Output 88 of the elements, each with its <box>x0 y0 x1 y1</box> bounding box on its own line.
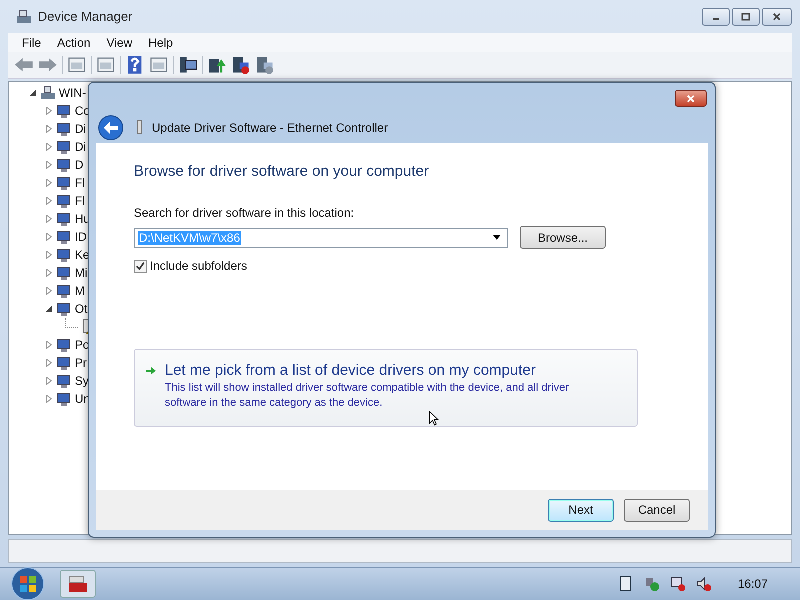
tree-item[interactable]: Ot <box>75 302 88 316</box>
tree-item[interactable]: ID <box>75 230 87 244</box>
collapsed-arrow-icon[interactable] <box>45 251 53 259</box>
minimize-button[interactable] <box>702 8 730 26</box>
device-icon <box>56 391 72 407</box>
device-icon <box>56 229 72 245</box>
option-title[interactable]: Let me pick from a list of device drivers on my computer <box>165 362 610 379</box>
tree-item[interactable]: Sy <box>75 374 90 388</box>
start-button[interactable] <box>10 566 46 600</box>
cancel-button[interactable]: Cancel <box>624 498 690 522</box>
device-icon <box>56 247 72 263</box>
collapsed-arrow-icon[interactable] <box>45 377 53 385</box>
collapsed-arrow-icon[interactable] <box>45 161 53 169</box>
taskbar-app-button[interactable] <box>60 570 96 598</box>
tree-item[interactable]: Di <box>75 122 86 136</box>
tree-item[interactable]: M <box>75 284 85 298</box>
device-icon <box>56 283 72 299</box>
network-adapter-icon <box>136 120 144 136</box>
tree-item[interactable]: Mi <box>75 266 88 280</box>
checkbox-label[interactable]: Include subfolders <box>150 259 248 273</box>
collapsed-arrow-icon[interactable] <box>45 395 53 403</box>
collapsed-arrow-icon[interactable] <box>45 233 53 241</box>
expanded-arrow-icon[interactable] <box>29 89 37 97</box>
tree-item[interactable]: Pr <box>75 356 87 370</box>
device-icon <box>56 193 72 209</box>
maximize-icon <box>741 12 751 20</box>
device-icon <box>56 175 72 191</box>
device-icon <box>56 157 72 173</box>
app-icon <box>16 8 32 24</box>
collapsed-arrow-icon[interactable] <box>45 215 53 223</box>
close-button[interactable] <box>675 90 707 107</box>
collapsed-arrow-icon[interactable] <box>45 269 53 277</box>
collapsed-arrow-icon[interactable] <box>45 143 53 151</box>
tree-item[interactable]: WIN- <box>59 86 86 100</box>
network-error-icon[interactable] <box>670 576 686 592</box>
clock[interactable]: 16:07 <box>738 577 768 591</box>
window-title: Device Manager <box>38 9 133 24</box>
mouse-pointer-icon <box>429 411 439 426</box>
menu-item[interactable]: Help <box>140 36 182 50</box>
tree-item[interactable]: D <box>75 158 84 172</box>
collapsed-arrow-icon[interactable] <box>45 107 53 115</box>
tree-item[interactable]: Fl <box>75 194 85 208</box>
device-icon <box>56 301 72 317</box>
dropdown-arrow-icon[interactable] <box>493 235 501 240</box>
pick-option-button[interactable]: Let me pick from a list of device drivers on my computer This list will show installed driver software compatible with the device, and all driver software in the same category as the device. <box>134 349 638 427</box>
speaker-muted-icon[interactable] <box>696 576 712 592</box>
device-icon <box>56 355 72 371</box>
device-icon <box>56 373 72 389</box>
collapsed-arrow-icon[interactable] <box>45 125 53 133</box>
close-button[interactable] <box>762 8 792 26</box>
option-description: This list will show installed driver software compatible with the device, and all driver software in the same category as the device. <box>165 381 570 411</box>
device-icon <box>56 337 72 353</box>
collapsed-arrow-icon[interactable] <box>45 197 53 205</box>
tree-item[interactable]: Di <box>75 140 86 154</box>
device-icon <box>56 103 72 119</box>
menu-item[interactable]: Action <box>49 36 99 50</box>
close-icon <box>686 94 696 102</box>
menu-item[interactable]: File <box>14 36 50 50</box>
device-icon <box>56 211 72 227</box>
computer-icon <box>40 85 56 101</box>
dialog-title: Update Driver Software - Ethernet Controller <box>152 120 388 134</box>
properties-icon[interactable] <box>96 55 116 75</box>
collapsed-arrow-icon[interactable] <box>45 179 53 187</box>
tree-item[interactable]: Fl <box>75 176 85 190</box>
next-button[interactable]: Next <box>548 498 614 522</box>
device-icon <box>56 121 72 137</box>
notes-icon[interactable] <box>618 576 634 592</box>
action-pane-icon[interactable] <box>149 55 169 75</box>
device-icon <box>56 265 72 281</box>
toolbox-icon <box>68 575 88 593</box>
collapsed-arrow-icon[interactable] <box>45 359 53 367</box>
back-icon[interactable] <box>98 114 124 140</box>
arrow-icon <box>145 365 157 377</box>
expanded-arrow-icon[interactable] <box>45 305 53 313</box>
field-label: Search for driver software in this location: <box>134 206 356 220</box>
collapsed-arrow-icon[interactable] <box>45 341 53 349</box>
disable-icon[interactable] <box>255 55 275 75</box>
device-icon <box>56 139 72 155</box>
checkbox[interactable] <box>134 260 147 272</box>
uninstall-icon[interactable] <box>231 55 251 75</box>
dialog-heading: Browse for driver software on your computer <box>134 163 430 180</box>
menu-item[interactable]: View <box>98 36 140 50</box>
collapsed-arrow-icon[interactable] <box>45 287 53 295</box>
tree-pane-icon[interactable] <box>67 55 87 75</box>
close-icon <box>772 12 782 20</box>
browse-button[interactable]: Browse... <box>520 226 606 249</box>
maximize-button[interactable] <box>732 8 760 26</box>
scan-icon[interactable] <box>178 55 198 75</box>
